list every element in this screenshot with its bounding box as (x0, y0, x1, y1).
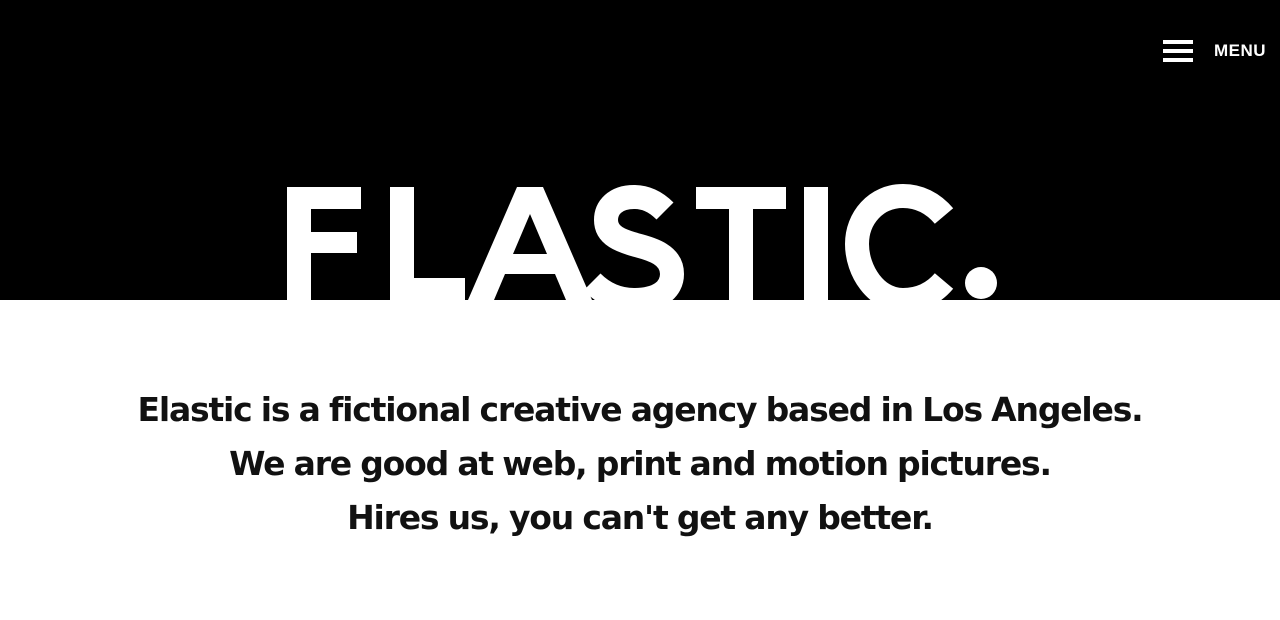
intro-line-3: Hires us, you can't get any better. (347, 498, 934, 537)
hamburger-bar (1162, 40, 1193, 44)
hamburger-bar (1162, 58, 1193, 62)
logo-wordmark (270, 150, 1010, 300)
intro-line-2: We are good at web, print and motion pic… (229, 444, 1052, 483)
logo-svg (287, 183, 997, 300)
logo-letter-t (696, 187, 786, 300)
logo-letter-a (468, 187, 592, 300)
intro-line-1: Elastic is a fictional creative agency b… (137, 390, 1144, 429)
logo-letter-e (287, 187, 361, 300)
hero-banner: MENU (0, 0, 1280, 300)
menu-label[interactable]: MENU (1214, 41, 1266, 61)
logo-letter-s (583, 184, 685, 300)
logo-period (965, 267, 997, 299)
hamburger-bar (1162, 49, 1193, 53)
hamburger-icon[interactable] (1162, 40, 1193, 62)
menu-button[interactable]: MENU (1162, 38, 1266, 64)
logo-letter-i (804, 187, 828, 300)
intro-text: Elastic is a fictional creative agency b… (0, 383, 1280, 545)
logo-letter-c (844, 183, 954, 300)
logo-letter-l (390, 187, 465, 300)
